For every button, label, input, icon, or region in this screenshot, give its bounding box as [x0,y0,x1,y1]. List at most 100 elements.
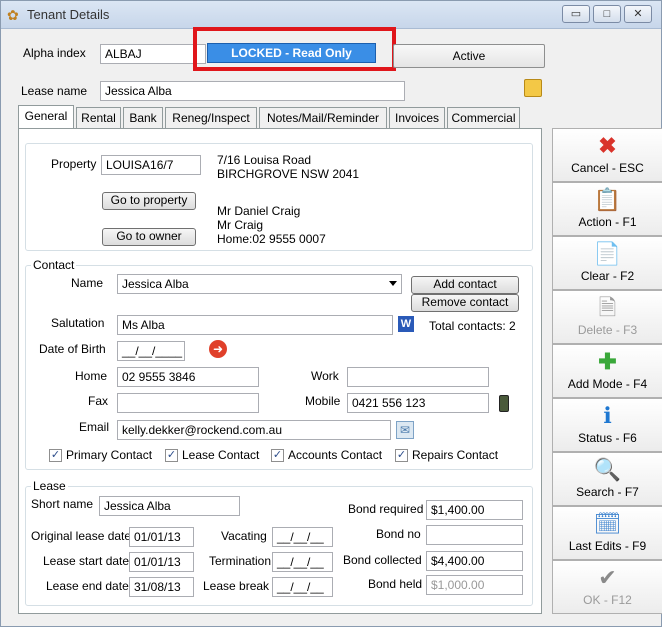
email-field[interactable]: kelly.dekker@rockend.com.au [117,420,391,440]
search-button[interactable]: 🔍 Search - F7 [552,452,662,506]
contact-name-value: Jessica Alba [122,277,189,291]
bond-collected-label: Bond collected [343,553,422,567]
clear-label: Clear - F2 [580,269,635,283]
bond-required-label: Bond required [348,502,424,516]
add-mode-button[interactable]: ✚ Add Mode - F4 [552,344,662,398]
tab-commercial[interactable]: Commercial [447,107,520,129]
mobile-field[interactable]: 0421 556 123 [347,393,489,413]
owner-line2: Mr Craig [217,218,264,232]
date-of-birth-field[interactable]: __/__/____ [117,341,185,361]
tab-notes-mail-reminder[interactable]: Notes/Mail/Reminder [259,107,387,129]
tab-rental[interactable]: Rental [76,107,121,129]
termination-field[interactable]: __/__/__ [272,552,333,572]
lease-break-field[interactable]: __/__/__ [272,577,333,597]
highlight-box [193,27,396,71]
go-to-property-button[interactable]: Go to property [102,192,196,210]
property-address-line1: 7/16 Louisa Road [217,153,312,167]
clear-button[interactable]: 📄 Clear - F2 [552,236,662,290]
home-label: Home [75,369,108,383]
termination-label: Termination [209,554,272,568]
folder-icon[interactable] [524,79,542,97]
work-phone-field[interactable] [347,367,489,387]
vacating-field[interactable]: __/__/__ [272,527,333,547]
salutation-field[interactable]: Ms Alba [117,315,393,335]
cancel-icon: ✖ [598,133,617,158]
mobile-phone-icon[interactable] [499,395,509,412]
contact-name-select[interactable]: Jessica Alba [117,274,402,294]
fax-label: Fax [88,394,109,408]
status-button[interactable]: ℹ Status - F6 [552,398,662,452]
fax-field[interactable] [117,393,259,413]
lease-name-field[interactable]: Jessica Alba [100,81,405,101]
lease-name-label: Lease name [21,84,88,98]
short-name-field[interactable]: Jessica Alba [99,496,240,516]
checkmark-icon: ✔ [598,565,617,590]
contact-name-label: Name [71,276,104,290]
delete-label: Delete - F3 [577,323,638,337]
repairs-contact-label: Repairs Contact [412,448,499,462]
search-label: Search - F7 [576,485,639,499]
property-address-line2: BIRCHGROVE NSW 2041 [217,167,360,181]
email-label: Email [79,420,110,434]
ok-label: OK - F12 [583,593,632,607]
primary-contact-checkbox[interactable]: ✓ [49,449,62,462]
property-code-field[interactable]: LOUISA16/7 [101,155,201,175]
tab-invoices[interactable]: Invoices [389,107,445,129]
tab-general[interactable]: General [18,105,74,129]
ok-button[interactable]: ✔ OK - F12 [552,560,662,614]
close-button[interactable]: ✕ [624,5,652,23]
accounts-contact-label: Accounts Contact [288,448,383,462]
lease-contact-checkbox[interactable]: ✓ [165,449,178,462]
accounts-contact-checkbox[interactable]: ✓ [271,449,284,462]
lease-end-date-field[interactable]: 31/08/13 [129,577,194,597]
active-status-button[interactable]: Active [393,44,545,68]
bond-held-label: Bond held [368,577,423,591]
bond-collected-field[interactable]: $4,400.00 [426,551,523,571]
email-icon[interactable]: ✉ [396,421,414,439]
salutation-label: Salutation [51,316,105,330]
original-lease-date-label: Original lease date [31,529,132,543]
plus-icon: ✚ [598,349,617,374]
status-label: Status - F6 [578,431,637,445]
bond-required-field[interactable]: $1,400.00 [426,500,523,520]
tab-reneg-inspect[interactable]: Reneg/Inspect [165,107,257,129]
alpha-index-label: Alpha index [23,46,86,60]
action-button[interactable]: 📋 Action - F1 [552,182,662,236]
search-icon: 🔍 [593,457,622,482]
tenant-details-window: ✿ Tenant Details ▭ □ ✕ Alpha index ALBAJ… [0,0,662,627]
minimize-button[interactable]: ▭ [562,5,590,23]
remove-contact-button[interactable]: Remove contact [411,294,519,312]
alpha-index-field[interactable]: ALBAJ [100,44,206,64]
add-contact-button[interactable]: Add contact [411,276,519,294]
repairs-contact-checkbox[interactable]: ✓ [395,449,408,462]
owner-phone: Home:02 9555 0007 [217,232,326,246]
go-to-owner-button[interactable]: Go to owner [102,228,196,246]
lease-start-date-label: Lease start date [43,554,130,568]
vacating-label: Vacating [221,529,267,543]
calendar-icon[interactable]: ➜ [209,340,227,358]
bond-no-field[interactable] [426,525,523,545]
general-tab-panel: Property LOUISA16/7 7/16 Louisa Road BIR… [18,128,542,614]
bond-no-label: Bond no [376,527,421,541]
home-phone-field[interactable]: 02 9555 3846 [117,367,259,387]
add-mode-label: Add Mode - F4 [567,377,648,391]
chevron-down-icon [389,281,397,286]
last-edits-button[interactable]: 🗓 Last Edits - F9 [552,506,662,560]
original-lease-date-field[interactable]: 01/01/13 [129,527,194,547]
cancel-button[interactable]: ✖ Cancel - ESC [552,128,662,182]
lease-end-date-label: Lease end date [46,579,129,593]
word-icon[interactable]: W [398,316,414,332]
owner-line1: Mr Daniel Craig [217,204,301,218]
window-title: Tenant Details [27,7,110,22]
last-edits-label: Last Edits - F9 [568,539,647,553]
contact-legend: Contact [31,258,77,272]
maximize-button[interactable]: □ [593,5,621,23]
clipboard-icon: 📋 [593,187,622,212]
property-label: Property [51,157,97,171]
total-contacts-label: Total contacts: 2 [429,319,516,333]
delete-button[interactable]: 🗎 Delete - F3 [552,290,662,344]
delete-document-icon: 🗎 [598,295,617,320]
cancel-label: Cancel - ESC [571,161,644,175]
tab-bank[interactable]: Bank [123,107,163,129]
lease-start-date-field[interactable]: 01/01/13 [129,552,194,572]
